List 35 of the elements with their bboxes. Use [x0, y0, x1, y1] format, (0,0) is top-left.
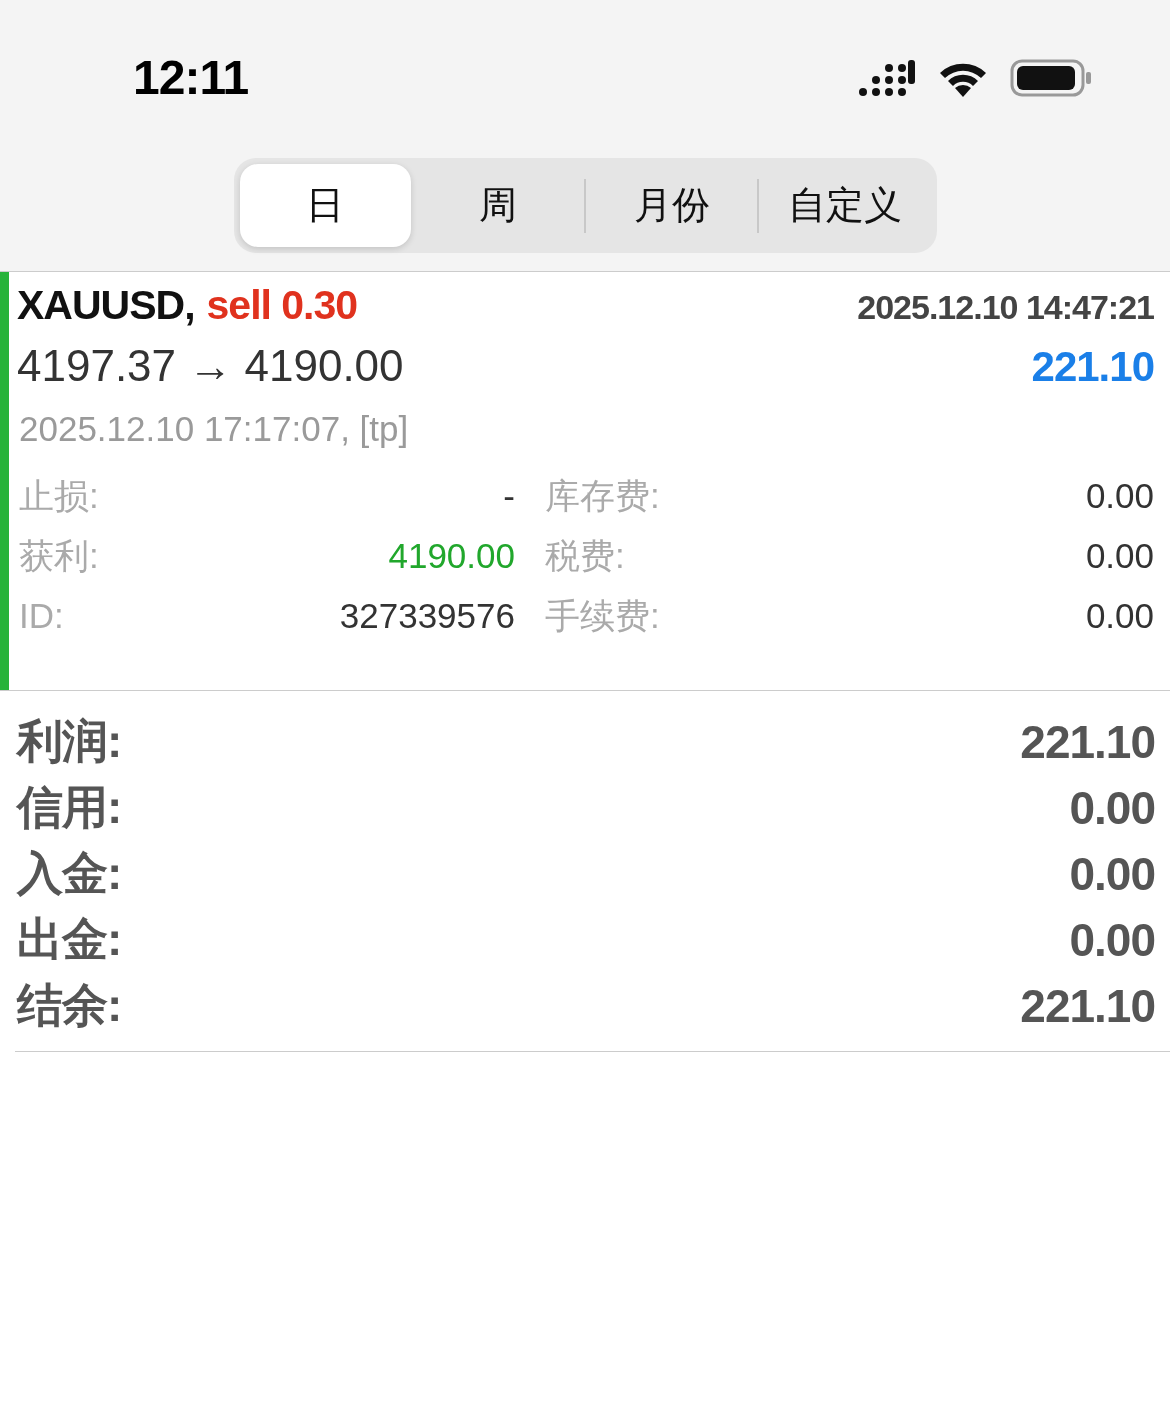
detail-value: 0.00: [1085, 475, 1154, 517]
price-range: 4197.37 → 4190.00: [17, 341, 404, 391]
summary-label: 出金:: [17, 912, 122, 967]
signal-icon: [858, 57, 916, 98]
order-type: sell 0.30: [206, 282, 358, 328]
detail-label: 手续费:: [545, 595, 660, 637]
summary-value: 221.10: [1020, 979, 1155, 1033]
detail-value: 4190.00: [388, 535, 515, 577]
detail-value: 0.00: [1085, 595, 1154, 637]
summary-value: 0.00: [1069, 847, 1155, 901]
detail-value: -: [503, 475, 515, 517]
clock-time: 12:11: [133, 50, 250, 105]
open-time: 2025.12.10 14:47:21: [857, 288, 1154, 327]
period-tab[interactable]: 周: [412, 164, 584, 247]
detail-value: 0.00: [1085, 535, 1154, 577]
summary-label: 利润:: [17, 714, 122, 769]
summary-value: 0.00: [1069, 781, 1155, 835]
summary-value: 221.10: [1020, 715, 1155, 769]
summary-label: 结余:: [17, 978, 122, 1033]
period-tab[interactable]: 自定义: [759, 164, 931, 247]
detail-label: 获利:: [19, 535, 99, 577]
summary-label: 入金:: [17, 846, 122, 901]
detail-label: 库存费:: [545, 475, 660, 517]
period-tab[interactable]: 日: [239, 164, 411, 247]
summary-value: 0.00: [1069, 913, 1155, 967]
summary-label: 信用:: [17, 780, 122, 835]
detail-label: ID:: [19, 595, 64, 637]
close-info: 2025.12.10 17:17:07, [tp]: [19, 409, 410, 449]
profit-value: 221.10: [1031, 343, 1154, 391]
detail-label: 税费:: [545, 535, 625, 577]
detail-label: 止损:: [19, 475, 99, 517]
symbol-label: XAUUSD,: [17, 282, 195, 328]
period-tab[interactable]: 月份: [586, 164, 758, 247]
detail-value: 327339576: [339, 595, 515, 637]
battery-icon: [1010, 57, 1092, 98]
